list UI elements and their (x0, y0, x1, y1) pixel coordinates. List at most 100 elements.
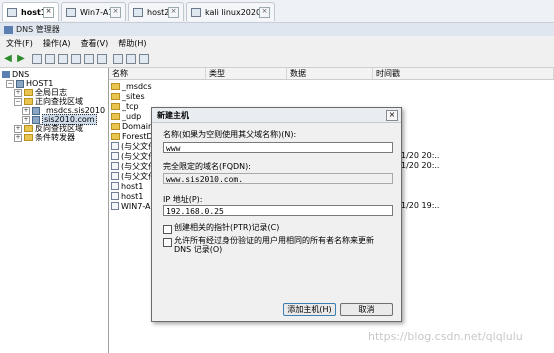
list-item-timestamp: 1/20 20:.. (401, 161, 440, 170)
expand-icon[interactable]: + (22, 115, 30, 124)
list-item[interactable]: host1 (111, 181, 143, 191)
list-item[interactable]: _msdcs (111, 81, 152, 91)
close-icon[interactable]: × (259, 6, 270, 18)
alias-icon[interactable] (126, 54, 136, 64)
list-item[interactable]: _udp (111, 111, 141, 121)
up-folder-icon[interactable] (32, 54, 42, 64)
record-icon (111, 162, 119, 170)
auth-update-checkbox[interactable] (163, 238, 172, 247)
tab-label: host2 (147, 7, 168, 17)
ip-address-input[interactable]: 192.168.0.25 (163, 205, 393, 216)
menu-file[interactable]: 文件(F) (6, 38, 33, 49)
dns-icon (2, 71, 10, 78)
expand-icon[interactable]: + (14, 88, 22, 97)
list-item[interactable]: host1 (111, 191, 143, 201)
cancel-button[interactable]: 取消 (340, 303, 393, 316)
column-header-timestamp[interactable]: 时间戳 (373, 68, 554, 79)
list-item[interactable]: (与父文件 (111, 171, 156, 181)
show-tree-icon[interactable] (45, 54, 55, 64)
expand-icon[interactable]: + (22, 106, 30, 115)
new-host-dialog: 新建主机 × 名称(如果为空则使用其父域名称)(N): www 完全限定的域名(… (151, 107, 402, 322)
fqdn-field: www.sis2010.com. (163, 173, 393, 184)
expand-icon[interactable]: + (14, 124, 22, 133)
list-item-name: _tcp (122, 101, 139, 111)
close-icon[interactable]: × (110, 6, 121, 18)
toolbar: ◀ ▶ (0, 51, 554, 68)
list-item-name: host1 (121, 191, 144, 201)
folder-icon (24, 125, 33, 132)
close-icon[interactable]: × (386, 110, 398, 121)
vm-icon (133, 7, 143, 17)
column-header-data[interactable]: 数据 (287, 68, 373, 79)
list-item-name: _udp (122, 111, 142, 121)
folder-icon (111, 112, 120, 120)
folder-icon (24, 89, 33, 96)
name-input[interactable]: www (163, 142, 393, 153)
list-item[interactable]: (与父文件 (111, 161, 156, 171)
collapse-icon[interactable]: − (6, 79, 14, 88)
list-item-name: host1 (121, 181, 144, 191)
list-header: 名称 类型 数据 时间戳 (109, 68, 554, 80)
folder-icon (24, 134, 33, 141)
tab-host1[interactable]: host1 × (2, 2, 59, 21)
refresh-icon[interactable] (71, 54, 81, 64)
list-item-name: _msdcs (122, 81, 152, 91)
zone-icon (32, 106, 40, 115)
folder-icon (111, 122, 120, 130)
ptr-label: 创建相关的指针(PTR)记录(C) (174, 223, 280, 232)
folder-icon (111, 82, 120, 90)
ip-label: IP 地址(P): (163, 195, 203, 204)
folder-icon (111, 92, 120, 100)
server-icon (16, 79, 24, 88)
column-header-type[interactable]: 类型 (206, 68, 287, 79)
collapse-icon[interactable]: − (14, 97, 22, 106)
list-item[interactable]: _tcp (111, 101, 139, 111)
column-header-name[interactable]: 名称 (109, 68, 206, 79)
dialog-title-bar: 新建主机 × (152, 108, 401, 123)
forward-arrow-icon[interactable]: ▶ (16, 54, 26, 64)
tree-label: DNS (12, 70, 30, 79)
tab-label: host1 (21, 7, 43, 17)
menu-action[interactable]: 操作(A) (43, 38, 71, 49)
tree-label: 条件转发器 (35, 133, 75, 142)
tree-item-forward-zones[interactable]: − 正向查找区域 (14, 97, 83, 106)
tab-win7-a1[interactable]: Win7-A1 × (61, 2, 126, 21)
tree-item-dns[interactable]: DNS (2, 70, 29, 79)
back-arrow-icon[interactable]: ◀ (3, 54, 13, 64)
record-icon[interactable] (113, 54, 123, 64)
add-host-button[interactable]: 添加主机(H) (283, 303, 336, 316)
record-icon (111, 142, 119, 150)
vm-icon (66, 7, 76, 17)
tab-kali-linux[interactable]: kali linux2020.03 × (186, 2, 275, 21)
menu-bar: 文件(F) 操作(A) 查看(V) 帮助(H) (0, 36, 554, 51)
properties-icon[interactable] (58, 54, 68, 64)
record-icon (111, 172, 119, 180)
menu-help[interactable]: 帮助(H) (118, 38, 146, 49)
export-icon[interactable] (84, 54, 94, 64)
close-icon[interactable]: × (43, 6, 54, 18)
record-icon (111, 192, 119, 200)
mail-icon[interactable] (139, 54, 149, 64)
ptr-checkbox[interactable] (163, 225, 172, 234)
window-title-bar: DNS 管理器 (0, 23, 554, 36)
close-icon[interactable]: × (168, 6, 179, 18)
menu-view[interactable]: 查看(V) (81, 38, 109, 49)
window-title: DNS 管理器 (16, 25, 60, 34)
record-icon (111, 152, 119, 160)
list-item-timestamp: 1/20 20:.. (401, 151, 440, 160)
record-icon (111, 182, 119, 190)
vm-icon (7, 7, 17, 17)
list-item[interactable]: WIN7-A1 (111, 201, 156, 211)
folder-icon (24, 98, 33, 105)
tab-label: kali linux2020.03 (205, 7, 259, 17)
tree-item-forwarders[interactable]: + 条件转发器 (14, 133, 75, 142)
expand-icon[interactable]: + (14, 133, 22, 142)
auth-update-label-2: DNS 记录(O) (174, 245, 223, 254)
list-item[interactable]: _sites (111, 91, 145, 101)
list-item[interactable]: (与父文件 (111, 151, 156, 161)
help-icon[interactable] (97, 54, 107, 64)
folder-icon (111, 102, 120, 110)
tab-host2[interactable]: host2 × (128, 2, 184, 21)
vm-icon (191, 7, 201, 17)
list-item[interactable]: (与父文件 (111, 141, 156, 151)
